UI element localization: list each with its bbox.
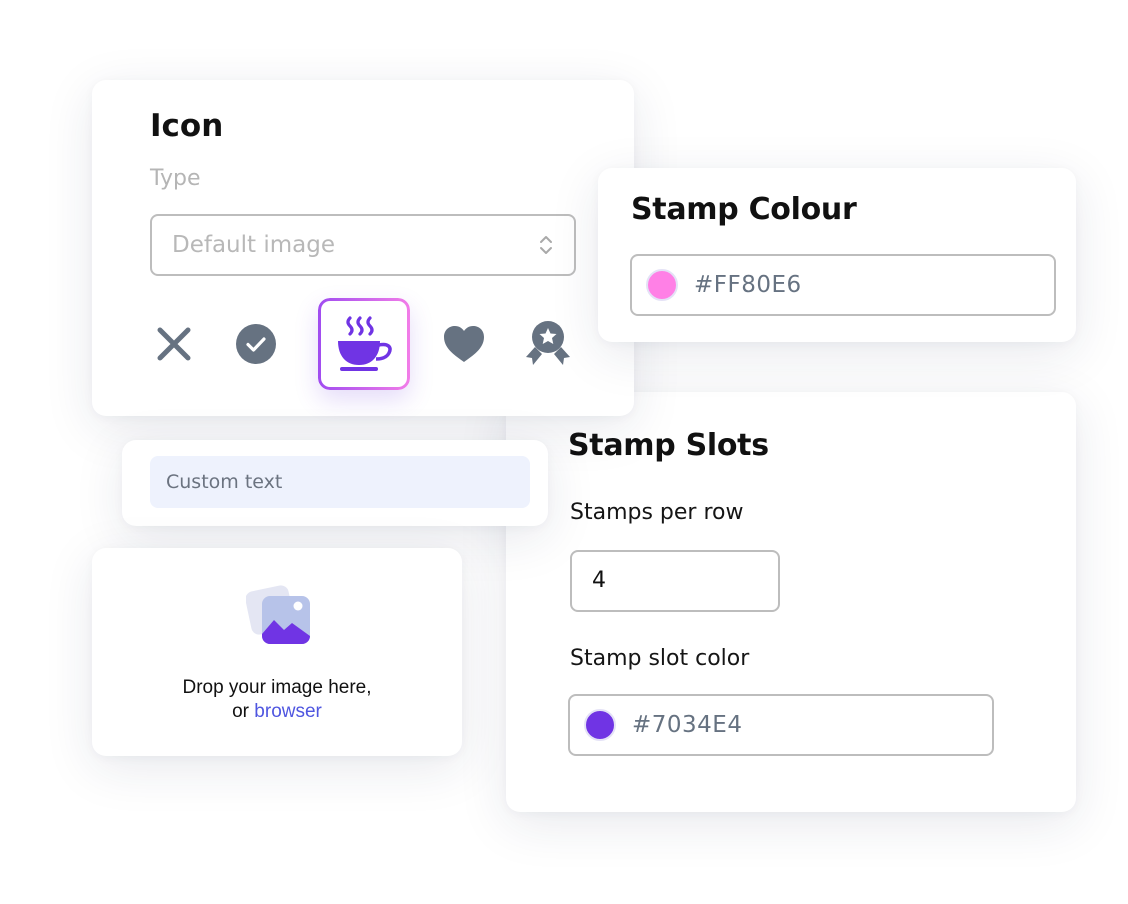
icon-option-check[interactable] <box>210 298 302 390</box>
dropzone-text: Drop your image here, or browser <box>92 676 462 724</box>
icon-option-heart[interactable] <box>418 298 510 390</box>
icon-options <box>92 298 634 390</box>
stamp-slot-color-label: Stamp slot color <box>570 646 750 671</box>
stamp-colour-hex: #FF80E6 <box>694 272 802 298</box>
stamp-colour-card: Stamp Colour #FF80E6 <box>598 168 1076 342</box>
chevron-up-down-icon <box>540 236 552 254</box>
slot-color-hex: #7034E4 <box>632 712 743 738</box>
coffee-cup-icon <box>338 316 392 371</box>
stamp-colour-title: Stamp Colour <box>631 192 857 227</box>
icon-option-coffee[interactable] <box>318 298 410 390</box>
image-upload-icon <box>246 585 310 644</box>
image-dropzone[interactable]: Drop your image here, or browser <box>92 548 462 756</box>
type-select[interactable]: Default image <box>150 214 576 276</box>
browse-link[interactable]: browser <box>254 701 322 722</box>
stamps-per-row-label: Stamps per row <box>570 500 744 525</box>
award-badge-icon <box>526 321 570 365</box>
type-select-value: Default image <box>172 232 335 258</box>
dropzone-or: or <box>232 701 255 722</box>
heart-icon <box>444 326 484 362</box>
custom-text-card: Custom text <box>122 440 548 526</box>
type-label: Type <box>150 166 201 191</box>
x-icon <box>157 327 191 361</box>
icon-title: Icon <box>150 108 224 144</box>
icon-card: Icon Type Default image <box>92 80 634 416</box>
dropzone-line1: Drop your image here, <box>182 677 372 698</box>
check-circle-icon <box>236 324 276 364</box>
icon-option-award[interactable] <box>502 298 594 390</box>
stamp-slots-card: Stamp Slots Stamps per row 4 Stamp slot … <box>506 392 1076 812</box>
slot-color-swatch[interactable] <box>584 709 616 741</box>
icon-option-x[interactable] <box>128 298 220 390</box>
stamp-colour-input[interactable]: #FF80E6 <box>630 254 1056 316</box>
stamps-per-row-input[interactable]: 4 <box>570 550 780 612</box>
stamp-slot-color-input[interactable]: #7034E4 <box>568 694 994 756</box>
dropzone-line2: or browser <box>92 700 462 724</box>
custom-text-input[interactable]: Custom text <box>150 456 530 508</box>
stamp-colour-swatch[interactable] <box>646 269 678 301</box>
stamp-slots-title: Stamp Slots <box>568 428 769 463</box>
